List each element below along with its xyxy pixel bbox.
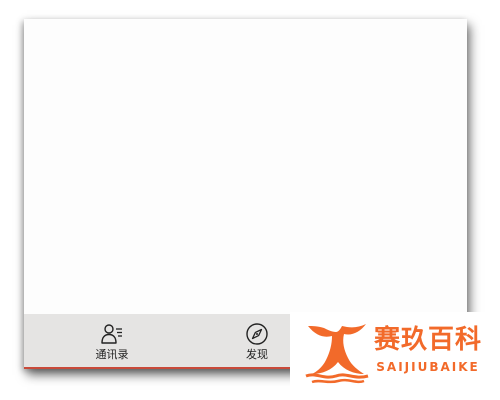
whale-tail-logo	[305, 324, 369, 384]
watermark-subtitle: SAIJIUBAIKE	[376, 360, 480, 374]
tab-contacts-label: 通讯录	[95, 348, 129, 361]
stage: 通讯录 发现 赛玖百科 SAIJIUBAIKE	[0, 0, 500, 400]
watermark-name: 赛玖百科	[373, 325, 482, 355]
contacts-icon	[101, 324, 122, 344]
tab-discover-label: 发现	[246, 348, 268, 361]
main-content-area	[24, 19, 467, 314]
tab-discover[interactable]: 发现	[217, 314, 297, 367]
watermark: 赛玖百科 SAIJIUBAIKE	[290, 312, 490, 390]
compass-icon	[246, 323, 268, 345]
tab-contacts[interactable]: 通讯录	[72, 314, 152, 367]
